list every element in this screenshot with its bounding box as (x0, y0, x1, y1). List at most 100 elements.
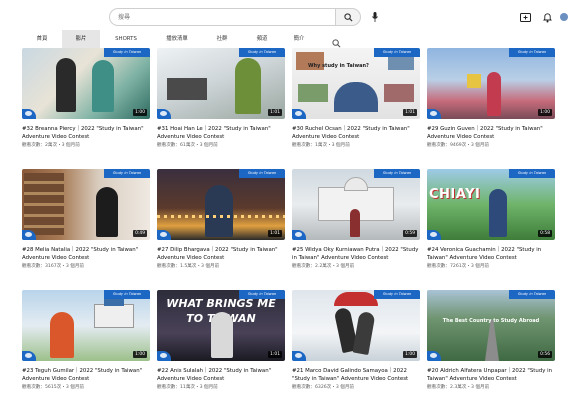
tab-playlists[interactable]: 播放清單 (152, 30, 202, 48)
video-thumbnail[interactable]: WHAT BRINGS ME TO TAIWAN Study in Taiwan… (157, 290, 285, 361)
video-title[interactable]: #31 Hoai Han Le｜2022 "Study in Taiwan" A… (157, 125, 285, 141)
video-duration: 1:00 (133, 109, 147, 116)
video-thumbnail[interactable]: Study in Taiwan 1:00 (22, 290, 150, 361)
tab-home[interactable]: 首頁 (22, 30, 62, 48)
video-thumbnail[interactable]: Study in Taiwan 1:00 (427, 48, 555, 119)
logo-icon (22, 351, 36, 361)
bell-icon (542, 12, 552, 22)
study-in-taiwan-badge: Study in Taiwan (239, 169, 285, 178)
video-thumbnail[interactable]: Study in Taiwan 0:59 (292, 169, 420, 240)
study-in-taiwan-badge: Study in Taiwan (509, 48, 555, 57)
video-card[interactable]: Study in Taiwan 1:00 #29 Guzin Guven｜202… (427, 48, 555, 166)
video-card[interactable]: WHAT BRINGS ME TO TAIWAN Study in Taiwan… (157, 290, 285, 394)
video-card[interactable]: Study in Taiwan 0:59 #25 Widya Oky Kurni… (292, 169, 420, 287)
video-card[interactable]: Study in Taiwan 1:01 #31 Hoai Han Le｜202… (157, 48, 285, 166)
video-meta: 觀看次數：2萬次・3 個月前 (22, 143, 80, 148)
video-title[interactable]: #24 Veronica Guachamin｜2022 "Study in Ta… (427, 246, 555, 262)
video-card[interactable]: CHIAYI Study in Taiwan 0:58 #24 Veronica… (427, 169, 555, 287)
video-card[interactable]: Why study in Taiwan? Study in Taiwan 1:0… (292, 48, 420, 166)
top-bar (0, 0, 568, 30)
video-duration: 1:00 (403, 351, 417, 358)
create-button[interactable] (518, 10, 532, 24)
video-thumbnail[interactable]: Study in Taiwan 1:00 (22, 48, 150, 119)
thumbnail-text: Why study in Taiwan? (308, 63, 369, 69)
video-title[interactable]: #27 Dilip Bhargava｜2022 "Study in Taiwan… (157, 246, 285, 262)
study-in-taiwan-badge: Study in Taiwan (374, 48, 420, 57)
video-thumbnail[interactable]: Study in Taiwan 1:01 (157, 169, 285, 240)
video-duration: 1:01 (268, 109, 282, 116)
logo-icon (292, 109, 306, 119)
notifications-button[interactable] (540, 10, 554, 24)
study-in-taiwan-badge: Study in Taiwan (104, 169, 150, 178)
microphone-icon (372, 12, 378, 22)
search-box (109, 8, 361, 26)
logo-icon (427, 351, 441, 361)
video-thumbnail[interactable]: The Best Country to Study Abroad Study i… (427, 290, 555, 361)
video-title[interactable]: #23 Teguh Gumilar｜2022 "Study in Taiwan"… (22, 367, 150, 383)
video-title[interactable]: #21 Marco David Galindo Samayoa｜2022 "St… (292, 367, 420, 383)
video-meta: 觀看次數：5615次・3 個月前 (22, 385, 85, 390)
video-meta: 觀看次數：2.3萬次・3 個月前 (427, 385, 490, 390)
tab-channels[interactable]: 頻道 (244, 30, 280, 48)
video-meta: 觀看次數：11萬次・3 個月前 (157, 385, 218, 390)
video-meta: 觀看次數：3167次・3 個月前 (22, 264, 85, 269)
video-duration: 1:01 (403, 109, 417, 116)
tab-shorts[interactable]: SHORTS (102, 30, 150, 48)
video-meta: 觀看次數：1.5萬次・3 個月前 (157, 264, 220, 269)
video-title[interactable]: #20 Aldrich Alfatera Unpapar｜2022 "Study… (427, 367, 555, 383)
study-in-taiwan-badge: Study in Taiwan (239, 290, 285, 299)
video-duration: 1:01 (268, 230, 282, 237)
video-card[interactable]: Study in Taiwan 1:00 #23 Teguh Gumilar｜2… (22, 290, 150, 394)
tab-about[interactable]: 簡介 (284, 30, 314, 48)
video-duration: 0:49 (133, 230, 147, 237)
study-in-taiwan-badge: Study in Taiwan (239, 48, 285, 57)
video-meta: 觀看次數：61萬次・3 個月前 (157, 143, 218, 148)
video-thumbnail[interactable]: Study in Taiwan 1:01 (157, 48, 285, 119)
study-in-taiwan-badge: Study in Taiwan (104, 48, 150, 57)
video-meta: 觀看次數：1萬次・3 個月前 (292, 143, 350, 148)
tab-community[interactable]: 社群 (204, 30, 240, 48)
search-icon (332, 39, 341, 48)
logo-icon (427, 230, 441, 240)
study-in-taiwan-badge: Study in Taiwan (374, 169, 420, 178)
video-card[interactable]: Study in Taiwan 1:01 #27 Dilip Bhargava｜… (157, 169, 285, 287)
video-card[interactable]: Study in Taiwan 1:00 #21 Marco David Gal… (292, 290, 420, 394)
video-title[interactable]: #22 Anis Sulalah｜2022 "Study in Taiwan" … (157, 367, 285, 383)
search-input[interactable] (109, 8, 335, 26)
logo-icon (292, 230, 306, 240)
video-card[interactable]: Study in Taiwan 1:00 #32 Breanna Piercy｜… (22, 48, 150, 166)
video-title[interactable]: #25 Widya Oky Kurniawan Putra｜2022 "Stud… (292, 246, 420, 262)
video-card[interactable]: The Best Country to Study Abroad Study i… (427, 290, 555, 394)
thumbnail-text: The Best Country to Study Abroad (442, 318, 540, 324)
logo-icon (22, 109, 36, 119)
logo-icon (157, 351, 171, 361)
video-card[interactable]: Study in Taiwan 0:49 #28 Melia Natalia｜2… (22, 169, 150, 287)
search-icon (343, 12, 353, 22)
video-thumbnail[interactable]: Study in Taiwan 1:00 (292, 290, 420, 361)
study-in-taiwan-badge: Study in Taiwan (509, 290, 555, 299)
logo-icon (157, 109, 171, 119)
tab-videos[interactable]: 影片 (62, 30, 100, 48)
video-title[interactable]: #29 Guzin Guven｜2022 "Study in Taiwan" A… (427, 125, 555, 141)
channel-search-button[interactable] (332, 33, 344, 48)
video-thumbnail[interactable]: Why study in Taiwan? Study in Taiwan 1:0… (292, 48, 420, 119)
video-duration: 1:00 (538, 109, 552, 116)
video-duration: 0:59 (403, 230, 417, 237)
video-title[interactable]: #32 Breanna Piercy｜2022 "Study in Taiwan… (22, 125, 150, 141)
study-in-taiwan-badge: Study in Taiwan (509, 169, 555, 178)
avatar-icon (560, 13, 568, 21)
voice-search-button[interactable] (368, 9, 382, 25)
video-thumbnail[interactable]: Study in Taiwan 0:49 (22, 169, 150, 240)
search-button[interactable] (335, 8, 361, 26)
logo-icon (157, 230, 171, 240)
video-title[interactable]: #30 Ruchel Ocsan｜2022 "Study in Taiwan" … (292, 125, 420, 141)
video-meta: 觀看次數：7261次・3 個月前 (427, 264, 490, 269)
video-meta: 觀看次數：9469次・3 個月前 (427, 143, 490, 148)
logo-icon (427, 109, 441, 119)
video-duration: 0:56 (538, 351, 552, 358)
account-avatar[interactable] (560, 10, 568, 24)
video-thumbnail[interactable]: CHIAYI Study in Taiwan 0:58 (427, 169, 555, 240)
thumbnail-text: CHIAYI (429, 187, 481, 202)
video-title[interactable]: #28 Melia Natalia｜2022 "Study in Taiwan"… (22, 246, 150, 262)
study-in-taiwan-badge: Study in Taiwan (104, 290, 150, 299)
